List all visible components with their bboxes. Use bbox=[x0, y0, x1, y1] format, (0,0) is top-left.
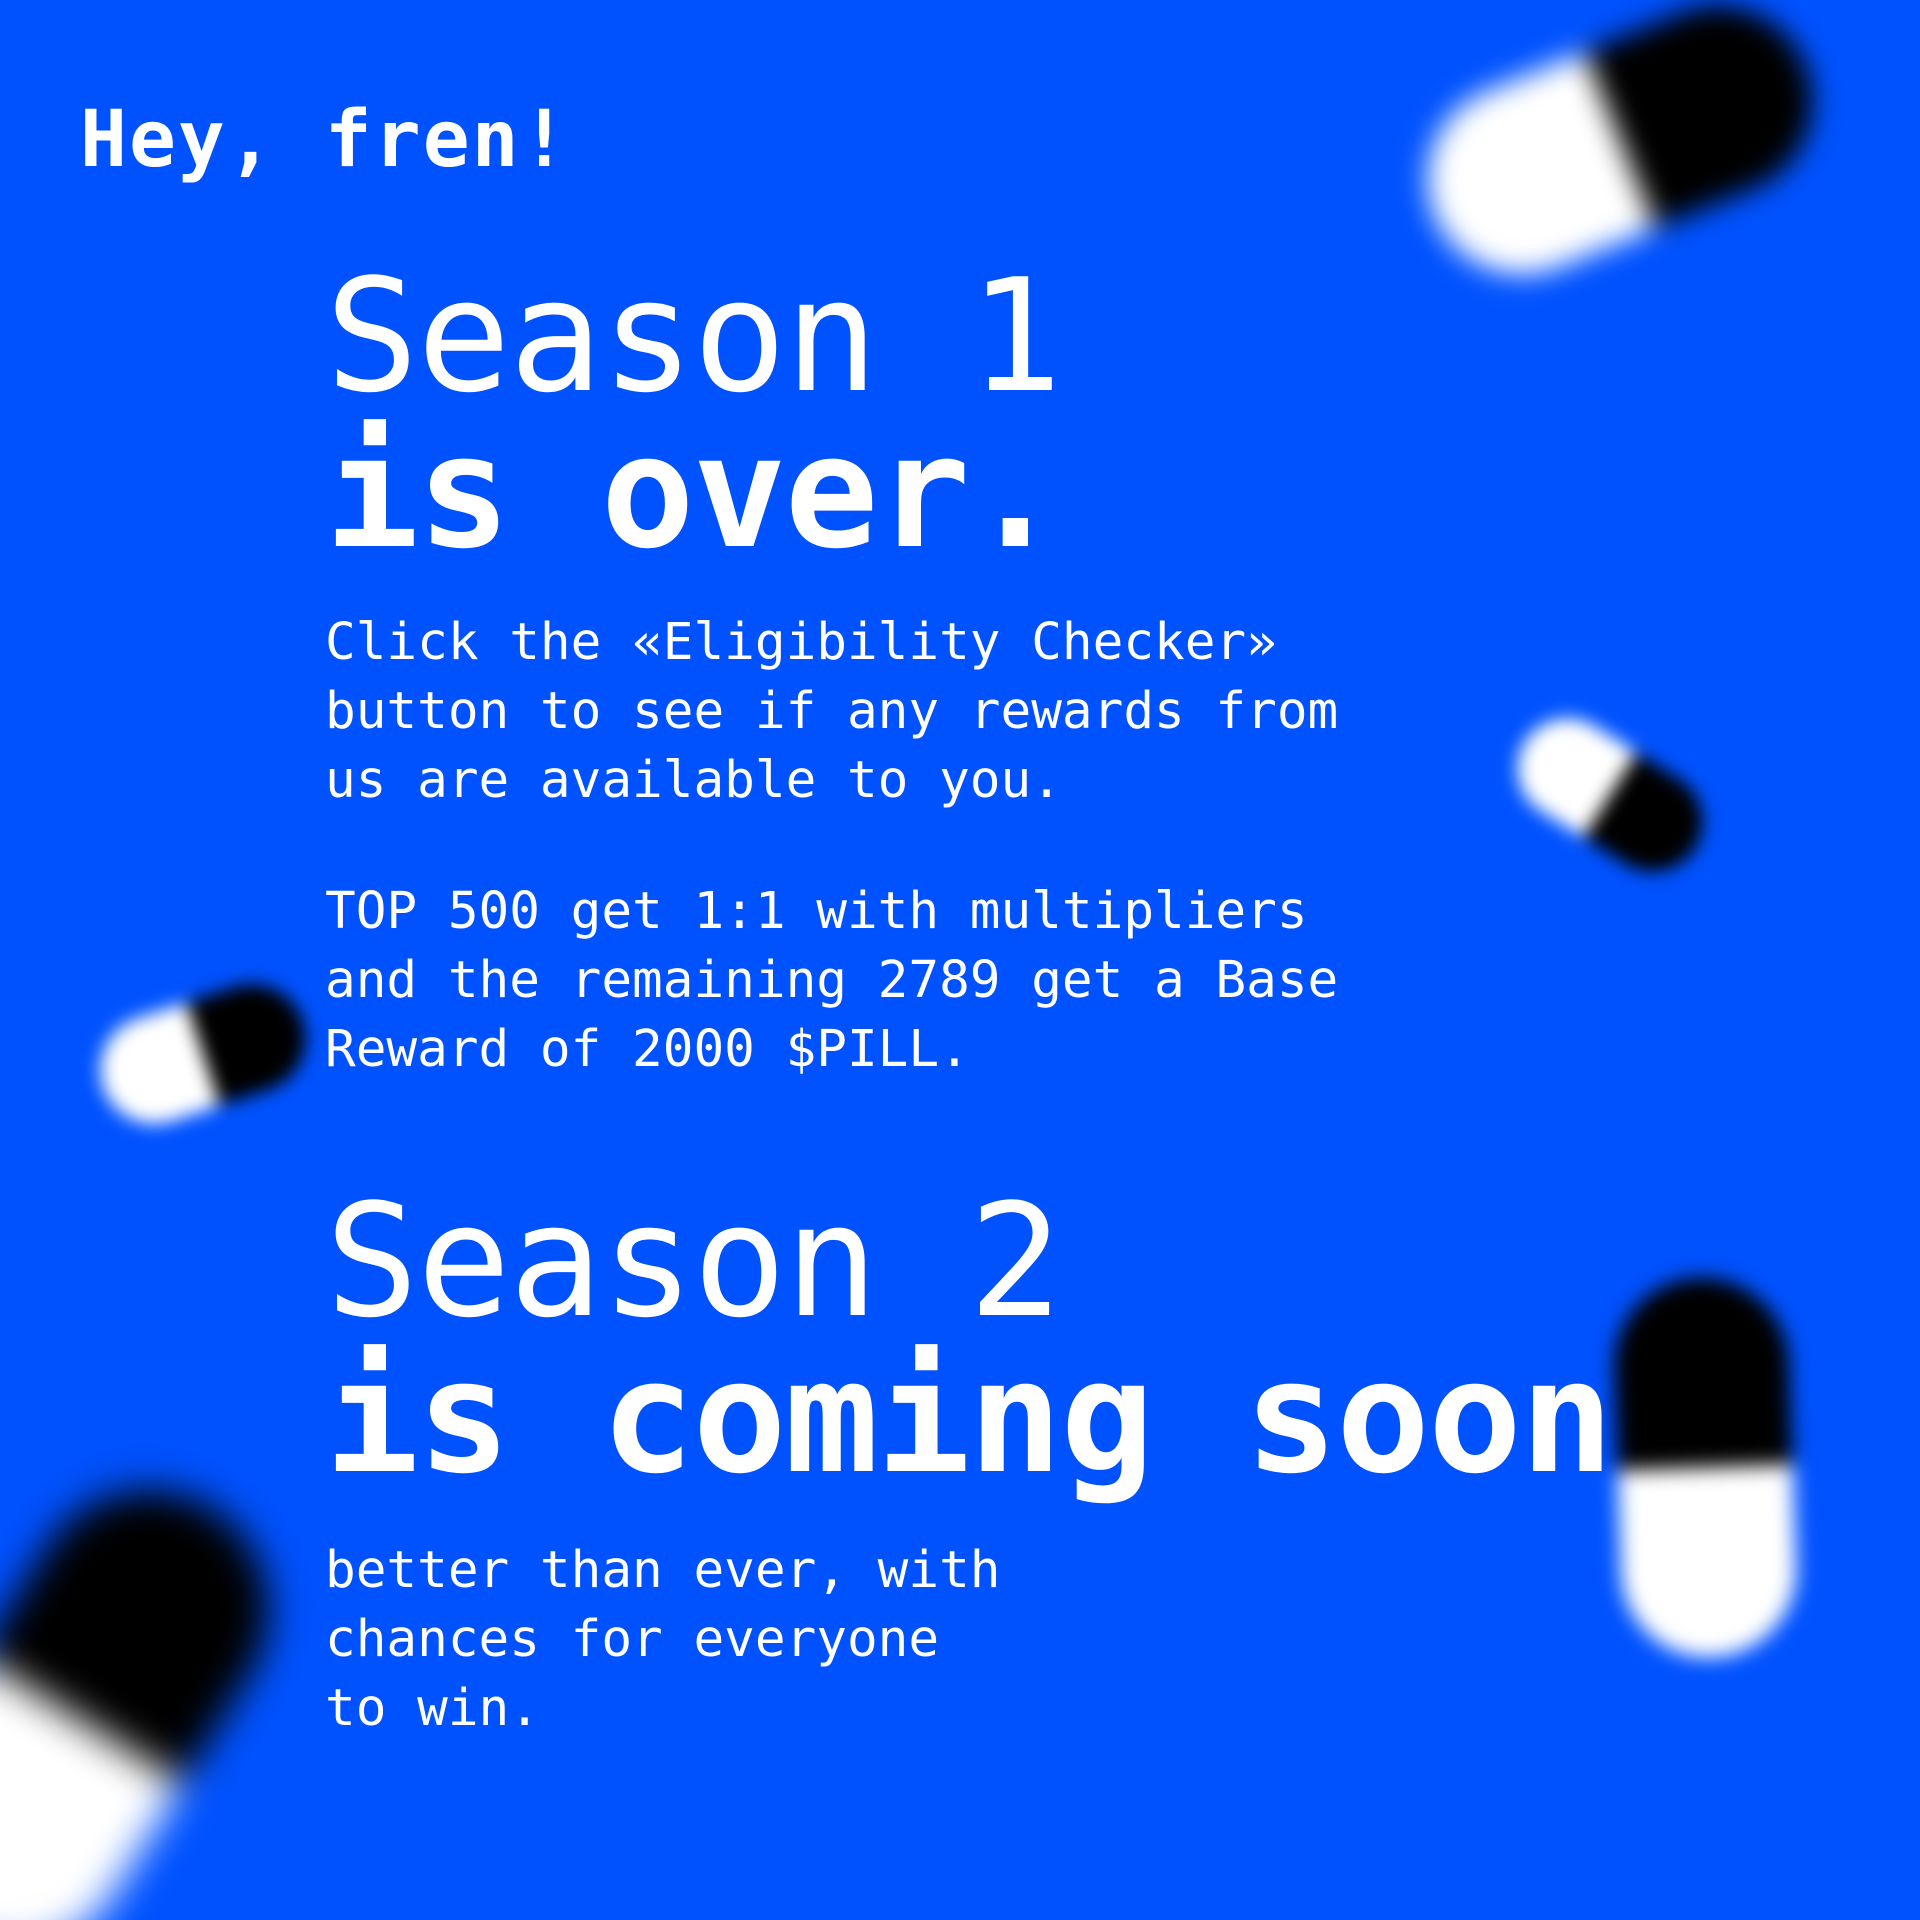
season2-status: is coming soon bbox=[325, 1326, 1614, 1508]
pill-icon bbox=[1498, 699, 1722, 891]
season2-title: Season 2 bbox=[325, 1170, 1062, 1352]
season1-heading: Season 1 is over. bbox=[325, 258, 1625, 570]
pill-icon bbox=[1610, 1274, 1800, 1661]
pill-icon bbox=[0, 1444, 315, 1920]
rewards-paragraph: TOP 500 get 1:1 with multipliers and the… bbox=[325, 882, 1339, 1079]
greeting-text: Hey, fren! bbox=[80, 95, 570, 185]
promo-canvas: Hey, fren! Season 1 is over. Click the «… bbox=[0, 0, 1920, 1920]
season2-paragraph: better than ever, with chances for every… bbox=[325, 1541, 1001, 1738]
pill-icon bbox=[86, 970, 320, 1138]
season1-title: Season 1 bbox=[325, 245, 1062, 427]
eligibility-paragraph: Click the «Eligibility Checker» button t… bbox=[325, 613, 1339, 810]
season1-status: is over. bbox=[325, 401, 1062, 583]
season2-heading: Season 2 is coming soon bbox=[325, 1183, 1625, 1495]
